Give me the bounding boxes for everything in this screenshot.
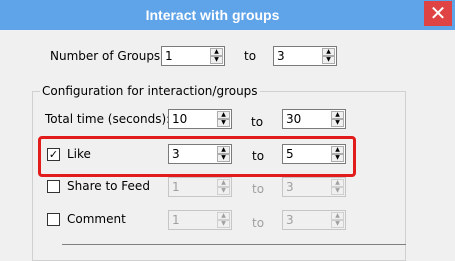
- comment-checkbox[interactable]: [47, 213, 60, 226]
- comment-label: Comment: [67, 212, 126, 226]
- groups-from-spinner[interactable]: 1 ▲ ▼: [161, 46, 225, 66]
- spin-up-icon[interactable]: ▲: [217, 146, 230, 154]
- like-to-value: 5: [286, 147, 294, 161]
- spin-up-icon[interactable]: ▲: [331, 111, 344, 119]
- groups-to-value: 3: [277, 49, 285, 63]
- total-time-from-spinner[interactable]: 10 ▲ ▼: [168, 109, 232, 129]
- like-to-spinner[interactable]: 5 ▲ ▼: [282, 144, 346, 164]
- total-time-label: Total time (seconds):: [45, 112, 171, 126]
- like-label: Like: [67, 147, 91, 161]
- groups-to-label: to: [244, 49, 257, 63]
- partial-control-edge: [62, 244, 406, 245]
- spin-down-icon: ▼: [217, 187, 230, 195]
- spin-down-icon[interactable]: ▼: [331, 154, 344, 162]
- spin-down-icon: ▼: [217, 220, 230, 228]
- total-time-from-value: 10: [172, 112, 188, 126]
- total-time-to-label: to: [251, 115, 264, 129]
- spin-down-icon[interactable]: ▼: [331, 119, 344, 127]
- comment-from-spinner: 1 ▲ ▼: [168, 210, 232, 230]
- share-to-spinner: 3 ▲ ▼: [282, 177, 346, 197]
- spin-up-icon: ▲: [217, 212, 230, 220]
- share-from-value: 1: [172, 180, 180, 194]
- share-to-label: to: [252, 182, 265, 196]
- share-to-feed-checkbox[interactable]: [47, 180, 60, 193]
- groups-from-value: 1: [165, 49, 173, 63]
- checkmark-icon: ✓: [48, 148, 59, 161]
- like-to-label: to: [252, 149, 265, 163]
- like-checkbox[interactable]: ✓: [47, 148, 60, 161]
- dialog-content: Number of Groups: 1 ▲ ▼ to 3 ▲ ▼ Configu…: [0, 30, 455, 261]
- spin-up-icon: ▲: [217, 179, 230, 187]
- configuration-title: Configuration for interaction/groups: [40, 84, 260, 98]
- comment-from-value: 1: [172, 213, 180, 227]
- groups-to-spinner[interactable]: 3 ▲ ▼: [273, 46, 337, 66]
- spin-down-icon[interactable]: ▼: [217, 119, 230, 127]
- spin-down-icon: ▼: [331, 220, 344, 228]
- number-of-groups-label: Number of Groups:: [50, 49, 165, 63]
- close-icon: ✕: [429, 1, 447, 25]
- spin-up-icon[interactable]: ▲: [331, 146, 344, 154]
- spin-up-icon: ▲: [331, 179, 344, 187]
- share-to-value: 3: [286, 180, 294, 194]
- share-from-spinner: 1 ▲ ▼: [168, 177, 232, 197]
- spin-down-icon[interactable]: ▼: [322, 56, 335, 64]
- spin-down-icon[interactable]: ▼: [210, 56, 223, 64]
- share-to-feed-label: Share to Feed: [67, 179, 150, 193]
- total-time-to-value: 30: [286, 112, 302, 126]
- close-button[interactable]: ✕: [424, 1, 452, 26]
- comment-to-value: 3: [286, 213, 294, 227]
- window-title: Interact with groups: [145, 7, 280, 23]
- spin-down-icon[interactable]: ▼: [217, 154, 230, 162]
- spin-up-icon[interactable]: ▲: [210, 48, 223, 56]
- like-from-spinner[interactable]: 3 ▲ ▼: [168, 144, 232, 164]
- spin-up-icon[interactable]: ▲: [217, 111, 230, 119]
- comment-to-label: to: [252, 216, 265, 230]
- title-bar: Interact with groups ✕: [0, 0, 455, 30]
- total-time-to-spinner[interactable]: 30 ▲ ▼: [282, 109, 346, 129]
- spin-down-icon: ▼: [331, 187, 344, 195]
- spin-up-icon[interactable]: ▲: [322, 48, 335, 56]
- comment-to-spinner: 3 ▲ ▼: [282, 210, 346, 230]
- like-from-value: 3: [172, 147, 180, 161]
- spin-up-icon: ▲: [331, 212, 344, 220]
